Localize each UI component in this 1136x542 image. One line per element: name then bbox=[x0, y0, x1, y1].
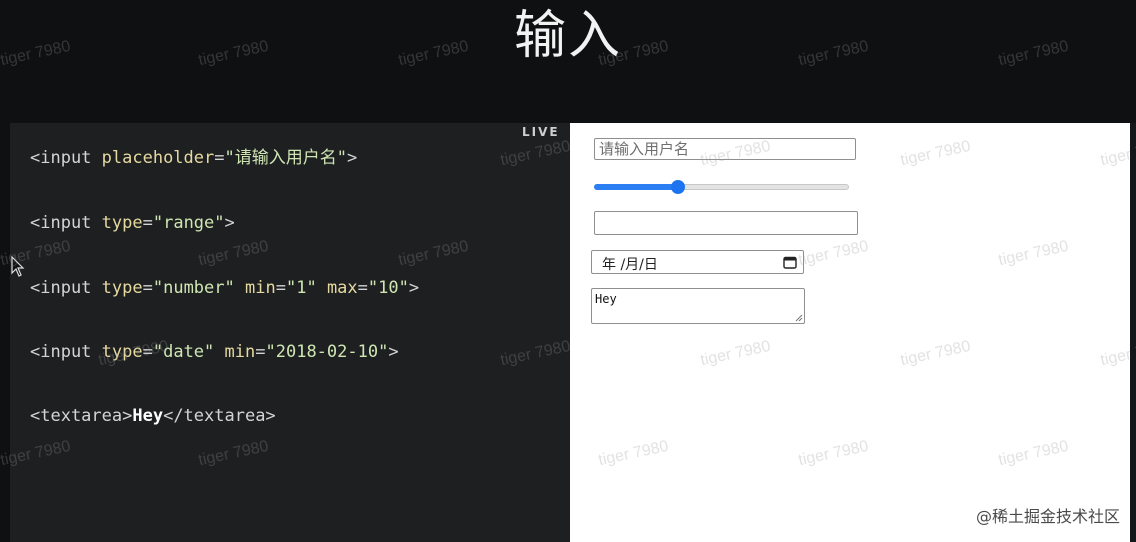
code-token-text: Hey bbox=[132, 406, 164, 426]
code-token-close: > bbox=[224, 213, 235, 233]
slide-title: 输入 bbox=[513, 6, 622, 66]
code-line-4: <input type="date" min="2018-02-10"> bbox=[30, 340, 399, 364]
code-token-attr: type bbox=[101, 342, 143, 362]
code-token-close: </textarea> bbox=[163, 406, 276, 426]
code-token-eq: = bbox=[255, 342, 266, 362]
username-text-input[interactable] bbox=[594, 138, 856, 160]
code-line-1: <input placeholder="请输入用户名"> bbox=[30, 146, 357, 170]
code-line-2: <input type="range"> bbox=[30, 211, 235, 235]
textarea-value: Hey bbox=[595, 292, 617, 306]
code-token-attr: max bbox=[326, 278, 358, 298]
code-token-tag: <textarea> bbox=[30, 406, 133, 426]
code-token-string: "date" bbox=[152, 342, 215, 362]
code-token-eq: = bbox=[214, 148, 225, 168]
code-token-attr: type bbox=[101, 213, 143, 233]
code-line-3: <input type="number" min="1" max="10"> bbox=[30, 276, 419, 300]
code-token-attr: min bbox=[224, 342, 256, 362]
code-token-tag: <input bbox=[30, 213, 102, 233]
code-token-string: "number" bbox=[152, 278, 235, 298]
code-token-eq: = bbox=[142, 278, 153, 298]
code-token-string: "2018-02-10" bbox=[265, 342, 389, 362]
code-token-close: > bbox=[388, 342, 399, 362]
range-thumb[interactable] bbox=[671, 180, 685, 194]
textarea[interactable]: Hey bbox=[591, 288, 805, 324]
code-token-attr: placeholder bbox=[101, 148, 215, 168]
code-token-string: "请输入用户名" bbox=[224, 148, 347, 168]
code-token-string: "1" bbox=[285, 278, 317, 298]
slide: 输入 <input placeholder="请输入用户名"> <input t… bbox=[0, 0, 1136, 542]
code-token-tag: <input bbox=[30, 278, 102, 298]
code-token-close: > bbox=[408, 278, 420, 298]
date-input[interactable]: 年 /月/日 bbox=[591, 250, 804, 274]
range-fill bbox=[594, 184, 678, 190]
right-edge-strip bbox=[1130, 123, 1136, 542]
code-token-string: "range" bbox=[152, 213, 225, 233]
code-token-eq: = bbox=[357, 278, 368, 298]
code-token-tag: <input bbox=[30, 342, 102, 362]
code-token-eq: = bbox=[142, 342, 153, 362]
range-slider[interactable] bbox=[594, 180, 849, 194]
code-token-eq: = bbox=[275, 278, 286, 298]
number-input[interactable] bbox=[594, 211, 858, 235]
code-editor-panel: <input placeholder="请输入用户名"> <input type… bbox=[10, 123, 570, 542]
code-token-attr: type bbox=[101, 278, 143, 298]
resize-grip-icon[interactable] bbox=[795, 314, 803, 322]
live-preview-panel: 年 /月/日 Hey bbox=[570, 123, 1130, 542]
date-placeholder-text: 年 /月/日 bbox=[602, 257, 658, 273]
code-token-attr: min bbox=[245, 278, 276, 298]
calendar-icon[interactable] bbox=[783, 255, 797, 269]
code-token-string: "10" bbox=[367, 278, 409, 298]
code-token-eq: = bbox=[142, 213, 153, 233]
live-label: LIVE bbox=[522, 125, 560, 139]
code-line-5: <textarea>Hey</textarea> bbox=[30, 404, 276, 428]
mouse-cursor-icon bbox=[11, 256, 25, 277]
source-credit: @稀土掘金技术社区 bbox=[975, 507, 1120, 526]
code-token-close: > bbox=[346, 148, 358, 168]
code-token-tag: <input bbox=[30, 148, 102, 168]
